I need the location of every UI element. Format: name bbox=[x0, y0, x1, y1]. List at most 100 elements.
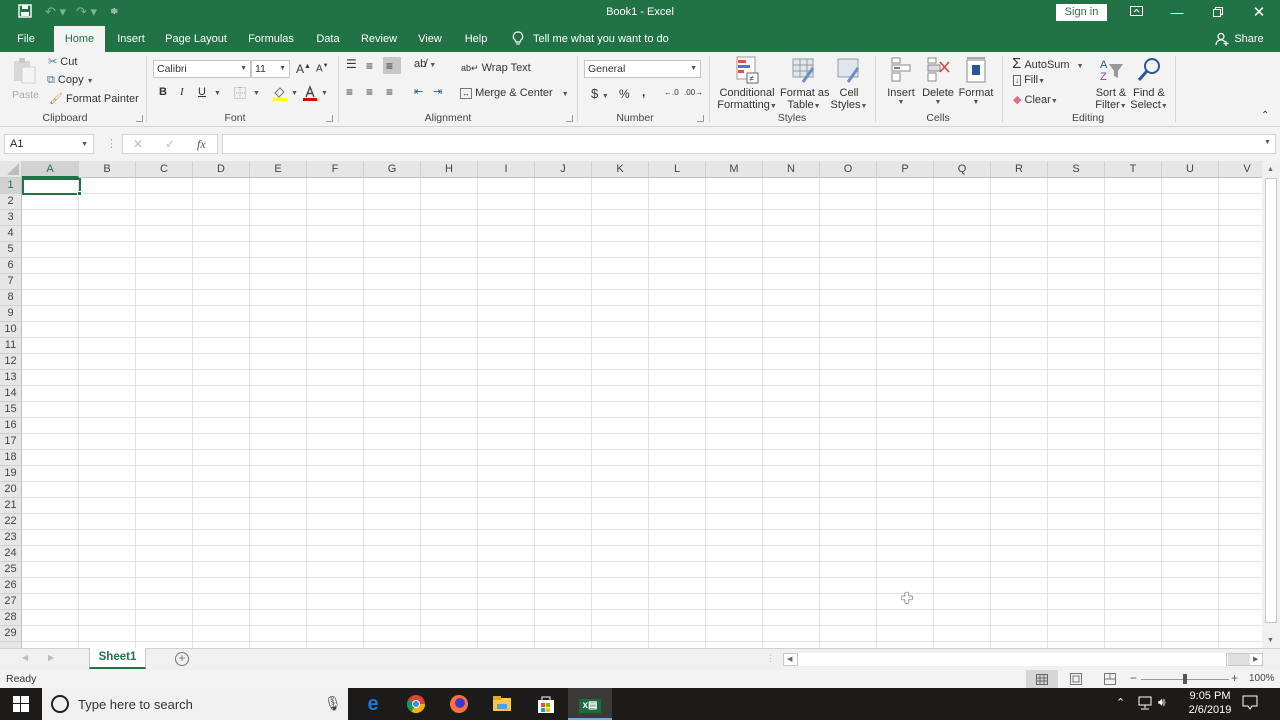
row-header-18[interactable]: 18 bbox=[0, 450, 22, 466]
zoom-in-button[interactable]: + bbox=[1231, 671, 1238, 685]
column-header-n[interactable]: N bbox=[763, 161, 820, 178]
merge-center-button[interactable]: ↔ Merge & Center ▼ bbox=[460, 87, 569, 99]
row-header-16[interactable]: 16 bbox=[0, 418, 22, 434]
row-header-20[interactable]: 20 bbox=[0, 482, 22, 498]
decrease-indent-button[interactable]: ⇤ bbox=[414, 85, 423, 98]
row-header-2[interactable]: 2 bbox=[0, 194, 22, 210]
column-header-q[interactable]: Q bbox=[934, 161, 991, 178]
tab-home[interactable]: Home bbox=[54, 26, 105, 52]
underline-button[interactable]: U bbox=[198, 86, 206, 98]
fill-handle[interactable] bbox=[77, 191, 82, 196]
worksheet-grid[interactable]: ABCDEFGHIJKLMNOPQRSTUV 1 2 3 4 5 6 7 8 9 10 11 12 13… bbox=[0, 161, 1262, 648]
zoom-out-button[interactable]: − bbox=[1130, 671, 1137, 685]
column-header-h[interactable]: H bbox=[421, 161, 478, 178]
wrap-text-button[interactable]: ab↵ Wrap Text bbox=[461, 62, 531, 74]
row-header-24[interactable]: 24 bbox=[0, 546, 22, 562]
currency-button[interactable]: $ ▼ bbox=[591, 86, 609, 101]
sheet-tab-sheet1[interactable]: Sheet1 bbox=[89, 648, 146, 669]
chevron-down-icon[interactable]: ▼ bbox=[253, 90, 260, 97]
tab-formulas[interactable]: Formulas bbox=[243, 26, 299, 52]
column-header-f[interactable]: F bbox=[307, 161, 364, 178]
row-header-26[interactable]: 26 bbox=[0, 578, 22, 594]
start-button[interactable] bbox=[0, 688, 42, 720]
minimize-icon[interactable]: — bbox=[1162, 3, 1192, 23]
clear-button[interactable]: ◆ Clear▼ bbox=[1013, 93, 1058, 106]
insert-function-button[interactable]: fx bbox=[197, 137, 206, 152]
column-header-e[interactable]: E bbox=[250, 161, 307, 178]
row-header-9[interactable]: 9 bbox=[0, 306, 22, 322]
column-header-a[interactable]: A bbox=[22, 161, 79, 178]
scroll-sheets-right-icon[interactable]: ▶ bbox=[48, 653, 54, 662]
bottom-align-button[interactable]: ≡ bbox=[383, 57, 401, 74]
top-align-button[interactable]: ☰ bbox=[346, 57, 357, 71]
chrome-icon[interactable] bbox=[394, 688, 438, 720]
format-cells-button[interactable]: Format ▼ bbox=[958, 56, 994, 106]
column-header-p[interactable]: P bbox=[877, 161, 934, 178]
sort-filter-button[interactable]: AZ Sort & Filter▼ bbox=[1092, 56, 1130, 111]
page-layout-view-button[interactable] bbox=[1070, 673, 1082, 688]
row-header-10[interactable]: 10 bbox=[0, 322, 22, 338]
tab-file[interactable]: File bbox=[8, 26, 44, 52]
number-launcher-icon[interactable] bbox=[697, 115, 704, 122]
tab-view[interactable]: View bbox=[412, 26, 448, 52]
tab-insert[interactable]: Insert bbox=[111, 26, 151, 52]
column-header-k[interactable]: K bbox=[592, 161, 649, 178]
scroll-right-icon[interactable]: ▶ bbox=[1253, 655, 1258, 663]
select-all-button[interactable] bbox=[0, 161, 22, 178]
row-header-5[interactable]: 5 bbox=[0, 242, 22, 258]
column-header-s[interactable]: S bbox=[1048, 161, 1105, 178]
column-header-o[interactable]: O bbox=[820, 161, 877, 178]
row-header-19[interactable]: 19 bbox=[0, 466, 22, 482]
scroll-up-icon[interactable]: ▲ bbox=[1267, 166, 1274, 173]
column-header-j[interactable]: J bbox=[535, 161, 592, 178]
fill-button[interactable]: ↓ Fill▼ bbox=[1013, 74, 1045, 86]
row-header-3[interactable]: 3 bbox=[0, 210, 22, 226]
new-sheet-button[interactable]: + bbox=[175, 652, 189, 666]
insert-cells-button[interactable]: Insert ▼ bbox=[884, 56, 918, 106]
tab-help[interactable]: Help bbox=[458, 26, 494, 52]
align-right-button[interactable]: ≡ bbox=[386, 85, 393, 99]
normal-view-button[interactable] bbox=[1026, 670, 1058, 688]
vertical-scrollbar[interactable]: ▲ ▼ bbox=[1262, 161, 1280, 648]
scroll-down-icon[interactable]: ▼ bbox=[1267, 637, 1274, 644]
expand-formula-bar-icon[interactable]: ▼ bbox=[1264, 139, 1271, 146]
column-header-v[interactable]: V bbox=[1219, 161, 1262, 178]
font-name-select[interactable]: Calibri ▼ bbox=[153, 60, 251, 78]
page-break-view-button[interactable] bbox=[1104, 673, 1116, 688]
formula-input[interactable] bbox=[222, 134, 1276, 154]
paste-button[interactable]: Paste bbox=[12, 57, 39, 101]
row-header-25[interactable]: 25 bbox=[0, 562, 22, 578]
column-header-u[interactable]: U bbox=[1162, 161, 1219, 178]
cell-styles-button[interactable]: Cell Styles▼ bbox=[830, 56, 868, 111]
show-hidden-icons[interactable]: ⌃ bbox=[1116, 696, 1125, 709]
decrease-decimal-button[interactable]: .00→ bbox=[684, 88, 703, 97]
row-header-6[interactable]: 6 bbox=[0, 258, 22, 274]
row-header-17[interactable]: 17 bbox=[0, 434, 22, 450]
orientation-button[interactable]: ab̸ ▼ bbox=[414, 58, 436, 70]
column-header-i[interactable]: I bbox=[478, 161, 535, 178]
column-header-l[interactable]: L bbox=[649, 161, 706, 178]
percent-button[interactable]: % bbox=[619, 87, 630, 101]
file-explorer-icon[interactable] bbox=[480, 688, 524, 720]
comma-button[interactable]: , bbox=[642, 85, 645, 99]
redo-icon[interactable]: ↷ ▾ bbox=[76, 4, 97, 20]
increase-font-size-button[interactable]: A▲ bbox=[296, 62, 311, 76]
tab-review[interactable]: Review bbox=[356, 26, 402, 52]
vertical-scroll-thumb[interactable] bbox=[1265, 178, 1277, 623]
tell-me-search[interactable]: Tell me what you want to do bbox=[533, 26, 683, 52]
column-header-d[interactable]: D bbox=[193, 161, 250, 178]
cancel-icon[interactable]: ✕ bbox=[133, 137, 143, 151]
cut-button[interactable]: ✂ Cut bbox=[48, 55, 77, 68]
column-header-m[interactable]: M bbox=[706, 161, 763, 178]
name-box[interactable]: A1 ▼ bbox=[4, 134, 94, 154]
scroll-left-icon[interactable]: ◀ bbox=[787, 655, 792, 663]
column-header-r[interactable]: R bbox=[991, 161, 1048, 178]
column-header-t[interactable]: T bbox=[1105, 161, 1162, 178]
splitter-handle[interactable]: ⋮ bbox=[766, 653, 775, 664]
ribbon-display-options-icon[interactable] bbox=[1121, 3, 1151, 23]
excel-taskbar-icon[interactable]: x▤ bbox=[568, 688, 612, 720]
microphone-icon[interactable]: 🎙 bbox=[324, 695, 342, 712]
row-header-29[interactable]: 29 bbox=[0, 626, 22, 642]
alignment-launcher-icon[interactable] bbox=[566, 115, 573, 122]
format-painter-button[interactable]: 🖌 Format Painter bbox=[49, 92, 139, 105]
